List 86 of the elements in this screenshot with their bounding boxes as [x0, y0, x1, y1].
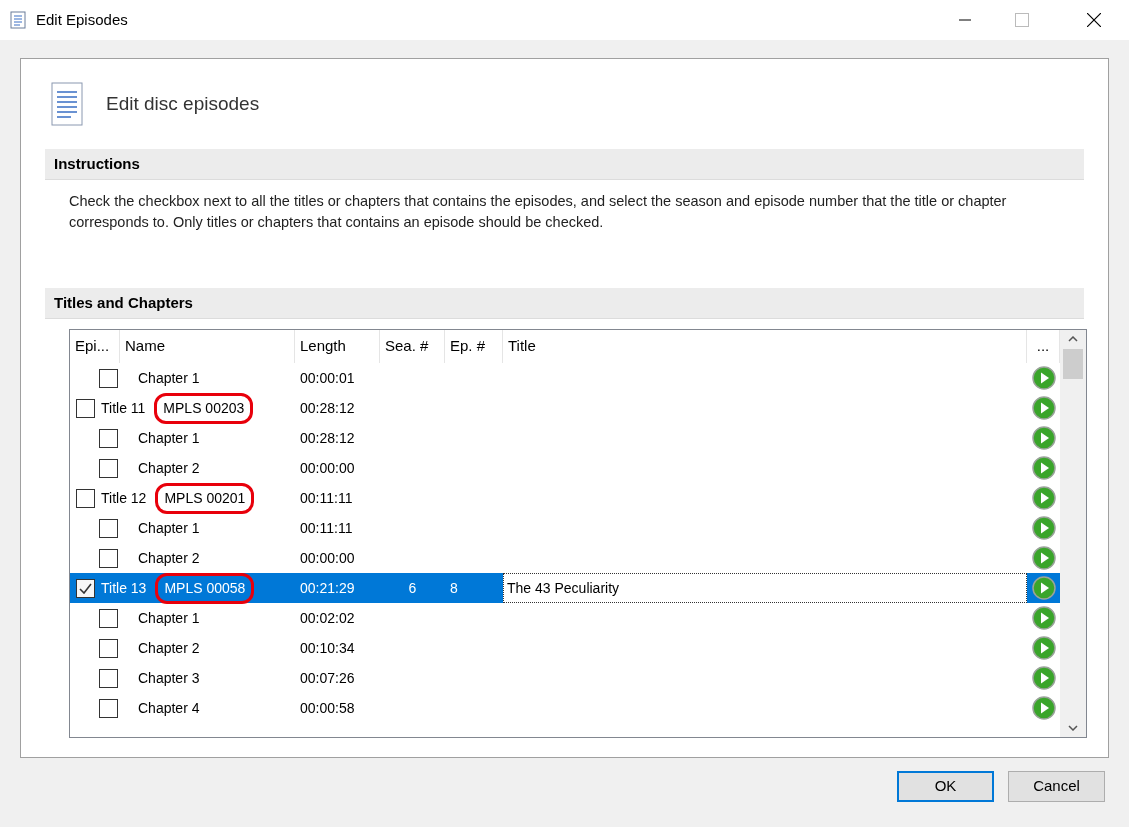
length-text: 00:11:11: [300, 519, 353, 536]
table-row[interactable]: Chapter 1 00:00:01: [70, 363, 1060, 393]
season-text: 6: [408, 578, 417, 598]
scroll-thumb[interactable]: [1063, 348, 1083, 379]
length-text: 00:21:29: [300, 579, 355, 596]
checkbox[interactable]: [76, 398, 95, 418]
name-text: Title 12: [101, 488, 147, 508]
document-icon: [10, 11, 26, 29]
close-icon[interactable]: [1087, 13, 1101, 27]
name-text: Title 11: [101, 398, 146, 418]
scroll-up-icon[interactable]: [1068, 336, 1078, 342]
name-text: Chapter 1: [138, 368, 200, 388]
play-icon[interactable]: [1031, 636, 1056, 660]
play-icon[interactable]: [1031, 516, 1056, 540]
playlist-text: MPLS 00058: [155, 572, 255, 604]
checkbox[interactable]: [99, 698, 118, 718]
play-icon[interactable]: [1031, 456, 1056, 480]
length-text: 00:00:58: [300, 699, 355, 716]
checkbox[interactable]: [99, 548, 118, 568]
dialog-button[interactable]: Cancel: [1008, 771, 1105, 802]
length-text: 00:07:26: [300, 669, 355, 686]
column-header[interactable]: Epi...: [70, 330, 120, 363]
checkbox[interactable]: [99, 638, 118, 658]
title-field[interactable]: The 43 Peculiarity: [503, 573, 1027, 603]
checkbox[interactable]: [76, 578, 95, 598]
table-row[interactable]: Chapter 2 00:10:34: [70, 633, 1060, 663]
table-row[interactable]: Chapter 1 00:28:12: [70, 423, 1060, 453]
length-text: 00:28:12: [300, 429, 355, 446]
section-header: Titles and Chapters: [45, 288, 1084, 319]
length-text: 00:00:01: [300, 369, 355, 386]
column-header[interactable]: Name: [120, 330, 295, 363]
table-row[interactable]: Chapter 1 00:02:02: [70, 603, 1060, 633]
table-row[interactable]: Title 12 MPLS 00201 00:11:11: [70, 483, 1060, 513]
document-icon: [51, 82, 83, 126]
section-header: Instructions: [45, 149, 1084, 180]
table-row[interactable]: Chapter 4 00:00:58: [70, 693, 1060, 723]
scroll-down-icon[interactable]: [1068, 725, 1078, 731]
playlist-text: MPLS 00201: [155, 482, 255, 514]
window-title: Edit Episodes: [36, 9, 128, 30]
length-text: 00:10:34: [300, 639, 355, 656]
play-icon[interactable]: [1031, 396, 1056, 420]
checkbox[interactable]: [99, 428, 118, 448]
column-header[interactable]: Length: [295, 330, 380, 363]
play-icon[interactable]: [1031, 576, 1056, 600]
checkbox[interactable]: [76, 488, 95, 508]
table-row[interactable]: Chapter 2 00:00:00: [70, 453, 1060, 483]
checkbox[interactable]: [99, 518, 118, 538]
table-row[interactable]: Chapter 1 00:11:11: [70, 513, 1060, 543]
name-text: Chapter 4: [138, 698, 200, 718]
column-header[interactable]: Title: [503, 330, 1027, 363]
play-icon[interactable]: [1031, 696, 1056, 720]
playlist-text: MPLS 00203: [154, 392, 254, 424]
name-text: Chapter 1: [138, 608, 200, 628]
episode-text: 8: [450, 579, 458, 596]
checkbox[interactable]: [99, 608, 118, 628]
play-icon[interactable]: [1031, 426, 1056, 450]
name-text: Chapter 1: [138, 428, 200, 448]
length-text: 00:02:02: [300, 609, 355, 626]
column-header[interactable]: Ep. #: [445, 330, 503, 363]
length-text: 00:11:11: [300, 489, 353, 506]
checkbox[interactable]: [99, 368, 118, 388]
length-text: 00:28:12: [300, 399, 355, 416]
play-icon[interactable]: [1031, 606, 1056, 630]
page-heading: Edit disc episodes: [106, 91, 260, 116]
checkbox[interactable]: [99, 668, 118, 688]
name-text: Chapter 2: [138, 548, 200, 568]
play-icon[interactable]: [1031, 366, 1056, 390]
name-text: Chapter 2: [138, 638, 200, 658]
play-icon[interactable]: [1031, 666, 1056, 690]
name-text: Chapter 1: [138, 518, 200, 538]
name-text: Chapter 2: [138, 458, 200, 478]
table-row[interactable]: Chapter 3 00:07:26: [70, 663, 1060, 693]
column-header[interactable]: Sea. #: [380, 330, 445, 363]
instructions-text: Check the checkbox next to all the titles or chapters that contains the episodes, and select the season and episode number that the title or chapter corresponds to. Only titles or chapters that contains an episode should be checked.: [68, 192, 1008, 232]
play-icon[interactable]: [1031, 486, 1056, 510]
play-icon[interactable]: [1031, 546, 1056, 570]
checkbox[interactable]: [99, 458, 118, 478]
length-text: 00:00:00: [300, 459, 355, 476]
table-row[interactable]: Title 13 MPLS 00058 00:21:29 6 8 The 43 Peculiarity: [70, 573, 1060, 603]
table-row[interactable]: Chapter 2 00:00:00: [70, 543, 1060, 573]
scrollbar[interactable]: [1060, 330, 1086, 737]
length-text: 00:00:00: [300, 549, 355, 566]
table-row[interactable]: Title 11 MPLS 00203 00:28:12: [70, 393, 1060, 423]
name-text: Chapter 3: [138, 668, 200, 688]
name-text: Title 13: [101, 578, 147, 598]
dialog-button[interactable]: OK: [897, 771, 994, 802]
